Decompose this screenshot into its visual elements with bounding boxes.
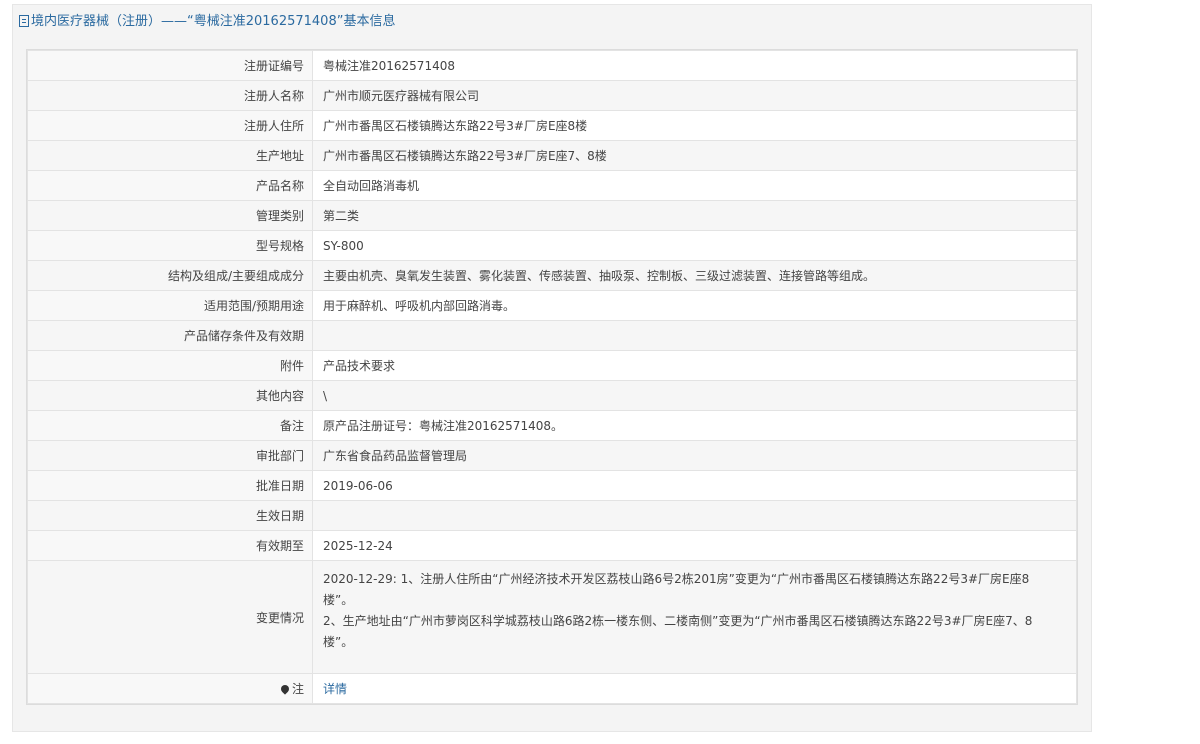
row-label: 附件 <box>27 350 313 381</box>
row-label: 注册人住所 <box>27 110 313 141</box>
row-label: 产品储存条件及有效期 <box>27 320 313 351</box>
note-row: 注 详情 <box>27 673 1077 704</box>
panel-header: 境内医疗器械（注册）——“粤械注准20162571408”基本信息 <box>13 5 1091 38</box>
info-panel: 境内医疗器械（注册）——“粤械注准20162571408”基本信息 注册证编号 … <box>12 4 1092 732</box>
row-label: 注册人名称 <box>27 80 313 111</box>
note-label-cell: 注 <box>27 673 313 704</box>
table-row: 有效期至 2025-12-24 <box>27 530 1077 561</box>
change-history-row: 变更情况 2020-12-29: 1、注册人住所由“广州经济技术开发区荔枝山路6… <box>27 560 1077 674</box>
row-label: 注册证编号 <box>27 50 313 81</box>
table-row: 管理类别 第二类 <box>27 200 1077 231</box>
table-row: 生效日期 <box>27 500 1077 531</box>
pin-icon <box>279 683 291 695</box>
row-label: 其他内容 <box>27 380 313 411</box>
row-label: 生效日期 <box>27 500 313 531</box>
row-label: 生产地址 <box>27 140 313 171</box>
row-value <box>312 500 1077 531</box>
table-row: 审批部门 广东省食品药品监督管理局 <box>27 440 1077 471</box>
table-row: 其他内容 \ <box>27 380 1077 411</box>
row-value: 广州市番禺区石楼镇腾达东路22号3#厂房E座7、8楼 <box>312 140 1077 171</box>
row-label: 管理类别 <box>27 200 313 231</box>
row-label: 批准日期 <box>27 470 313 501</box>
change-history-value: 2020-12-29: 1、注册人住所由“广州经济技术开发区荔枝山路6号2栋20… <box>312 560 1077 674</box>
table-row: 附件 产品技术要求 <box>27 350 1077 381</box>
row-value <box>312 320 1077 351</box>
table-row: 型号规格 SY-800 <box>27 230 1077 261</box>
note-label: 注 <box>291 682 304 696</box>
row-value: 2019-06-06 <box>312 470 1077 501</box>
row-value: 产品技术要求 <box>312 350 1077 381</box>
table-row: 批准日期 2019-06-06 <box>27 470 1077 501</box>
row-value: 广东省食品药品监督管理局 <box>312 440 1077 471</box>
row-value: 原产品注册证号：粤械注准20162571408。 <box>312 410 1077 441</box>
change-line-2: 2、生产地址由“广州市萝岗区科学城荔枝山路6路2栋一楼东侧、二楼南侧”变更为“广… <box>323 614 1033 649</box>
table-row: 产品储存条件及有效期 <box>27 320 1077 351</box>
row-value: 用于麻醉机、呼吸机内部回路消毒。 <box>312 290 1077 321</box>
row-value: \ <box>312 380 1077 411</box>
row-label: 型号规格 <box>27 230 313 261</box>
row-value: 全自动回路消毒机 <box>312 170 1077 201</box>
table-row: 注册人名称 广州市顺元医疗器械有限公司 <box>27 80 1077 111</box>
table-row: 生产地址 广州市番禺区石楼镇腾达东路22号3#厂房E座7、8楼 <box>27 140 1077 171</box>
row-value: 2025-12-24 <box>312 530 1077 561</box>
table-row: 适用范围/预期用途 用于麻醉机、呼吸机内部回路消毒。 <box>27 290 1077 321</box>
page-title: 境内医疗器械（注册）——“粤械注准20162571408”基本信息 <box>31 14 396 29</box>
row-value: 第二类 <box>312 200 1077 231</box>
row-value: 粤械注准20162571408 <box>312 50 1077 81</box>
document-icon <box>19 15 29 27</box>
row-label: 变更情况 <box>27 560 313 674</box>
table-row: 结构及组成/主要组成成分 主要由机壳、臭氧发生装置、雾化装置、传感装置、抽吸泵、… <box>27 260 1077 291</box>
row-label: 产品名称 <box>27 170 313 201</box>
row-value: 广州市顺元医疗器械有限公司 <box>312 80 1077 111</box>
row-label: 审批部门 <box>27 440 313 471</box>
note-value: 详情 <box>312 673 1077 704</box>
details-link[interactable]: 详情 <box>323 682 347 696</box>
table-row: 注册证编号 粤械注准20162571408 <box>27 50 1077 81</box>
info-table: 注册证编号 粤械注准20162571408 注册人名称 广州市顺元医疗器械有限公… <box>26 49 1078 705</box>
row-value: 广州市番禺区石楼镇腾达东路22号3#厂房E座8楼 <box>312 110 1077 141</box>
table-row: 备注 原产品注册证号：粤械注准20162571408。 <box>27 410 1077 441</box>
change-line-1: 2020-12-29: 1、注册人住所由“广州经济技术开发区荔枝山路6号2栋20… <box>323 572 1030 607</box>
row-value: 主要由机壳、臭氧发生装置、雾化装置、传感装置、抽吸泵、控制板、三级过滤装置、连接… <box>312 260 1077 291</box>
table-row: 注册人住所 广州市番禺区石楼镇腾达东路22号3#厂房E座8楼 <box>27 110 1077 141</box>
row-label: 备注 <box>27 410 313 441</box>
row-label: 结构及组成/主要组成成分 <box>27 260 313 291</box>
row-value: SY-800 <box>312 230 1077 261</box>
row-label: 适用范围/预期用途 <box>27 290 313 321</box>
table-row: 产品名称 全自动回路消毒机 <box>27 170 1077 201</box>
row-label: 有效期至 <box>27 530 313 561</box>
